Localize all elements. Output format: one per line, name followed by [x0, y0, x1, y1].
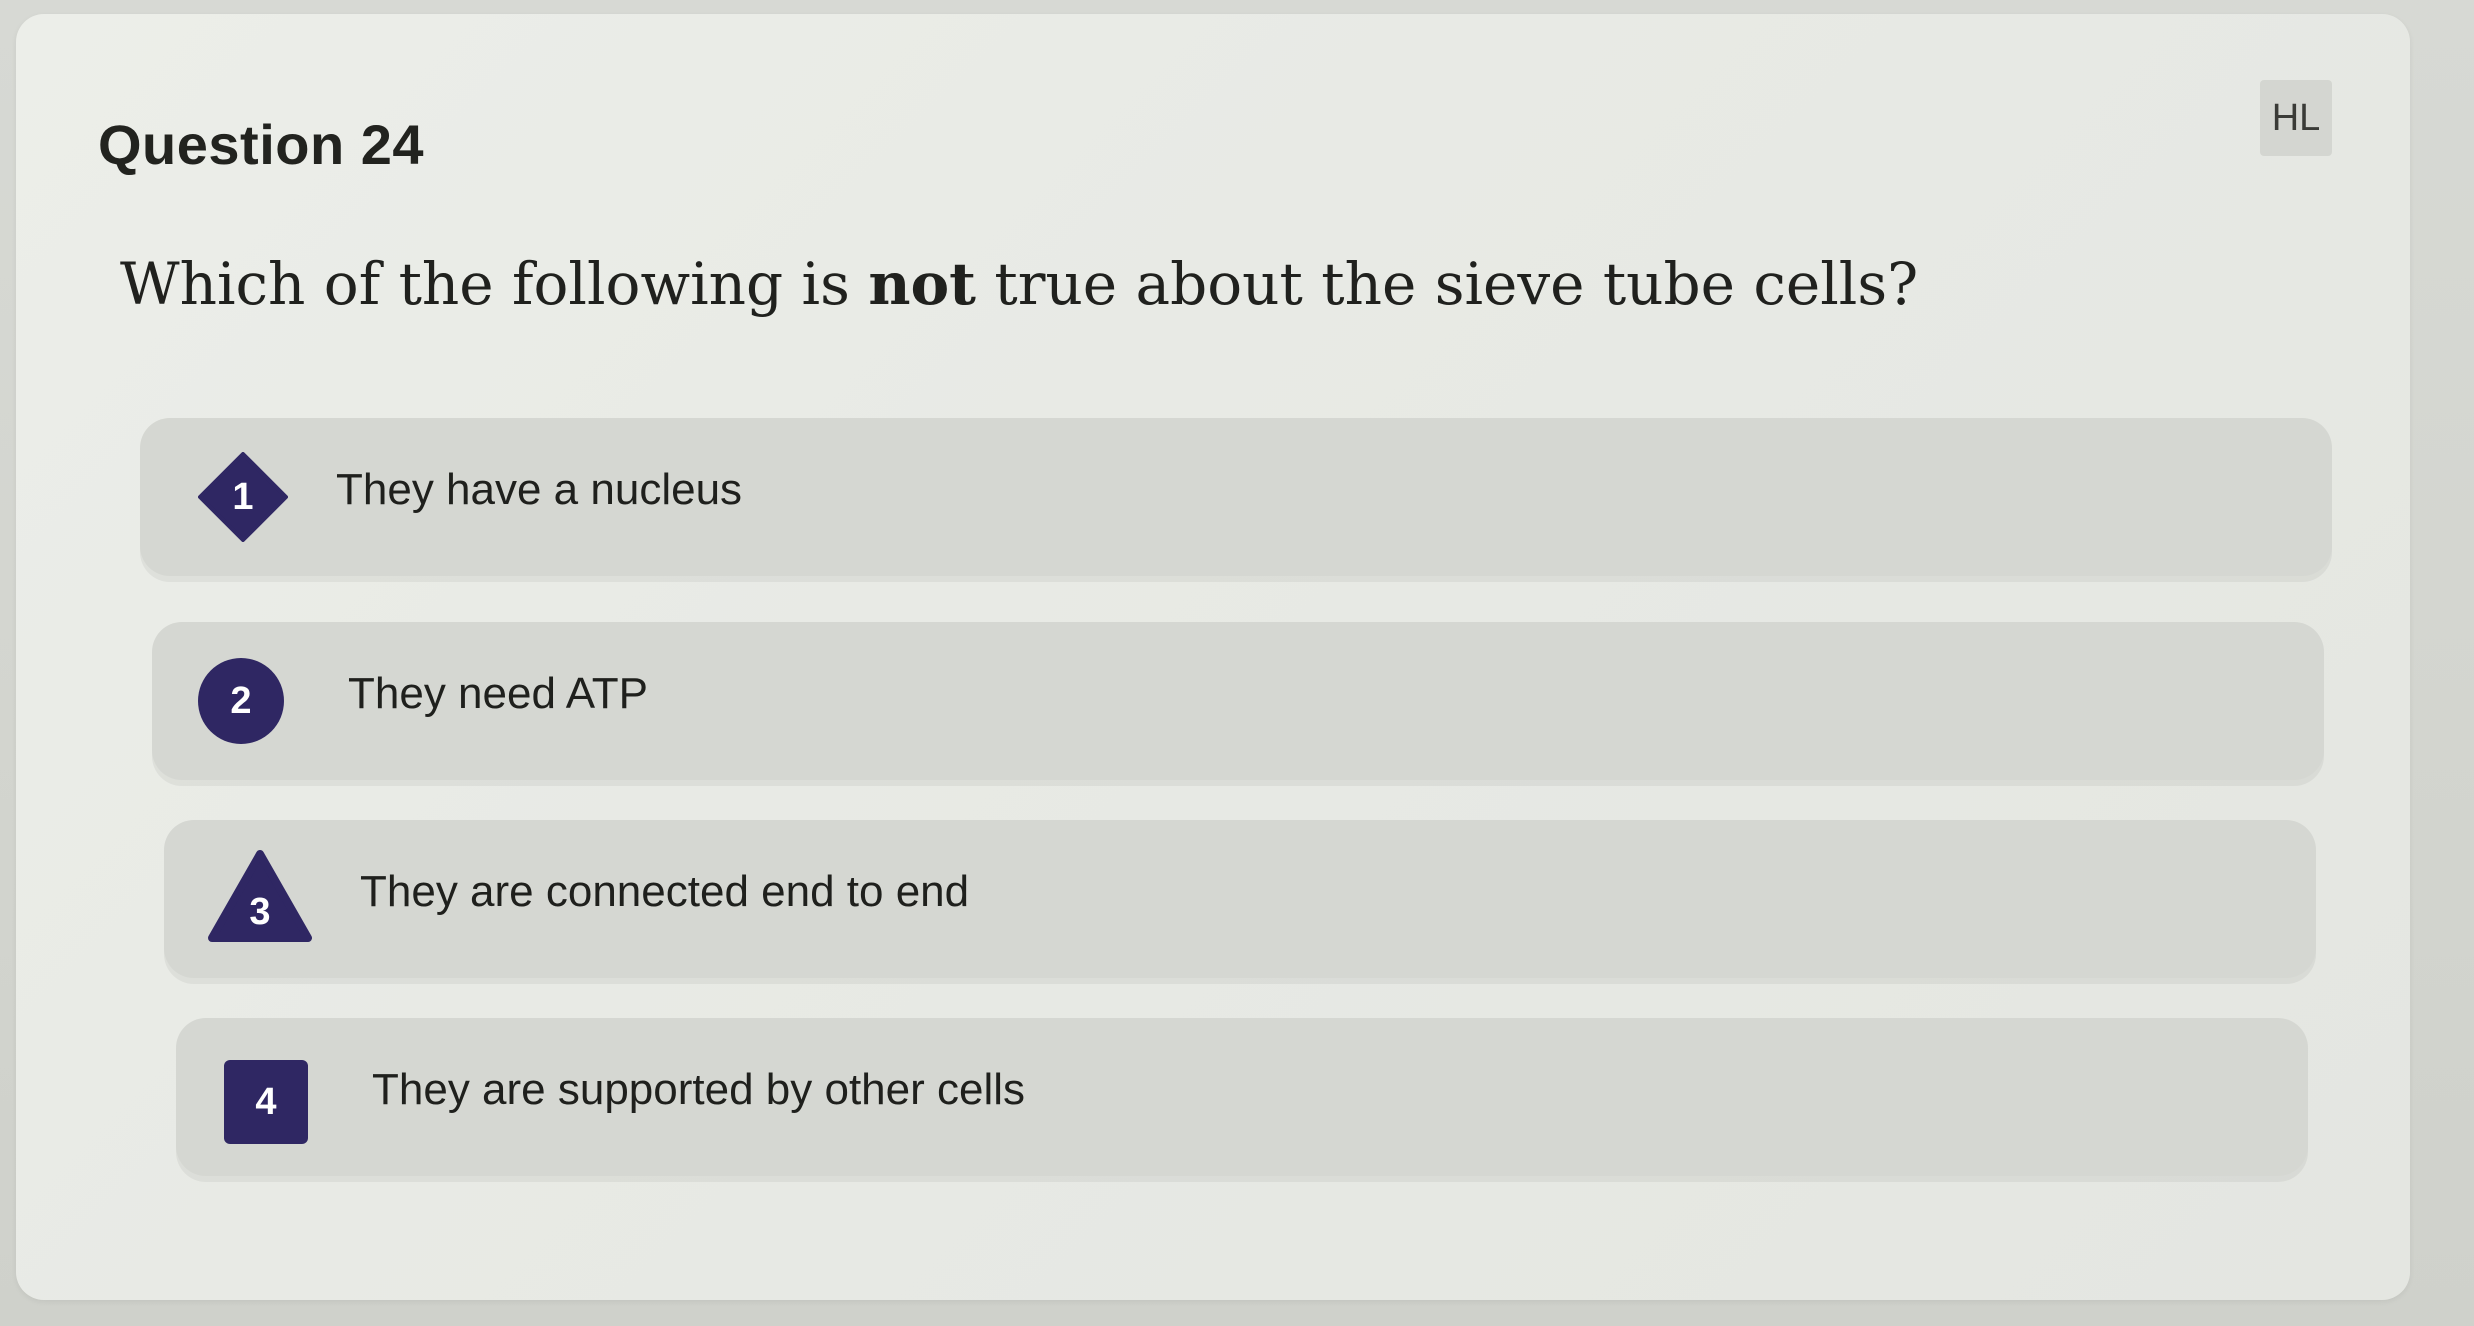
answer-option-label: They need ATP [348, 669, 649, 718]
question-text-end: true about the sieve tube cells? [975, 250, 1919, 318]
answer-option-label: They are connected end to end [360, 867, 970, 916]
question-card: Question 24 HL Which of the following is… [16, 14, 2410, 1300]
answer-option-label: They are supported by other cells [372, 1065, 1026, 1114]
answer-option-number: 4 [255, 1080, 277, 1123]
triangle-icon: 3 [208, 848, 312, 944]
answer-option-number: 1 [232, 475, 254, 518]
answer-option-number: 3 [249, 890, 271, 933]
level-badge: HL [2260, 80, 2332, 156]
answer-option-3[interactable]: 3 They are connected end to end [164, 820, 2316, 978]
answer-option-number: 2 [230, 679, 252, 722]
question-text-emphasis: not [868, 250, 976, 318]
answer-option-4[interactable]: 4 They are supported by other cells [176, 1018, 2308, 1176]
answer-option-1[interactable]: 1 They have a nucleus [140, 418, 2332, 576]
question-text: Which of the following is not true about… [120, 250, 1918, 318]
question-title: Question 24 [98, 113, 425, 176]
circle-icon: 2 [198, 658, 284, 744]
square-icon: 4 [224, 1060, 308, 1144]
question-text-start: Which of the following is [120, 250, 869, 318]
answer-option-label: They have a nucleus [336, 465, 743, 514]
answer-option-2[interactable]: 2 They need ATP [152, 622, 2324, 780]
diamond-icon: 1 [198, 452, 288, 542]
